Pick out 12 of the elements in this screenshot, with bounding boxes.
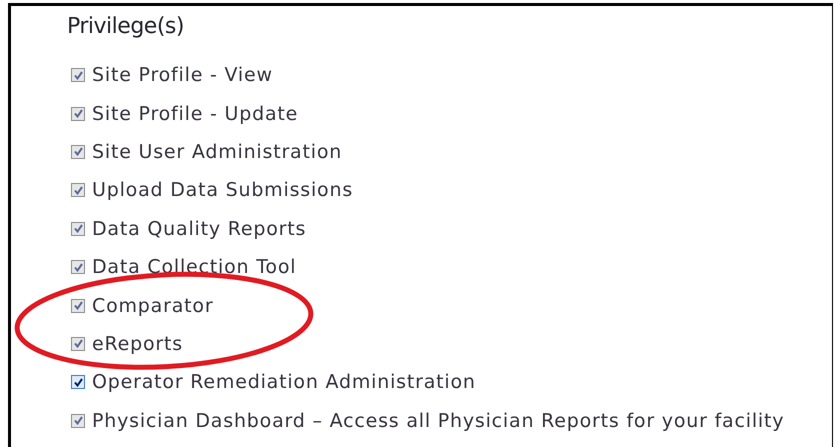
privilege-label: eReports (92, 332, 183, 355)
privilege-label: Operator Remediation Administration (92, 371, 476, 394)
checkbox[interactable] (71, 375, 85, 390)
privilege-label: Comparator (92, 294, 214, 317)
section-heading: Privilege(s) (66, 13, 184, 41)
privilege-label: Site Profile - Update (92, 102, 298, 125)
privilege-label: Physician Dashboard – Access all Physician Reports for your facility (92, 410, 784, 432)
privilege-label: Upload Data Submissions (92, 179, 354, 202)
privilege-label: Data Collection Tool (92, 256, 296, 278)
privilege-label: Data Quality Reports (92, 218, 306, 240)
privilege-label: Site User Administration (92, 140, 342, 163)
privilege-label: Site Profile - View (92, 64, 273, 86)
